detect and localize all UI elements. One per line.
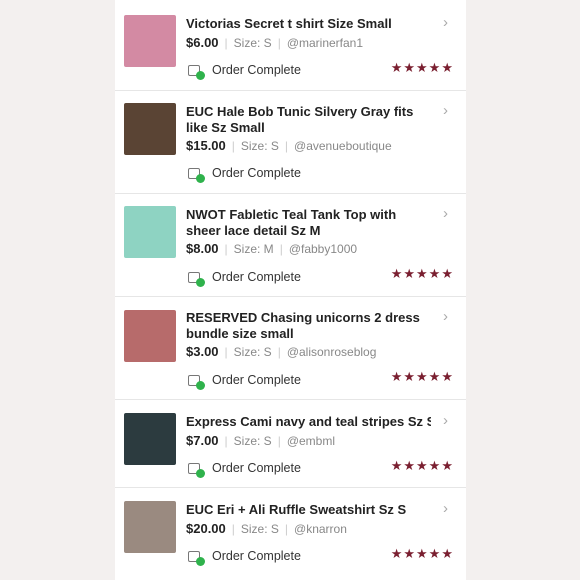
item-size: Size: S xyxy=(233,36,272,50)
item-price: $8.00 xyxy=(186,241,219,256)
seller-handle[interactable]: @embml xyxy=(287,434,335,448)
order-status-label: Order Complete xyxy=(212,373,301,387)
order-status-label: Order Complete xyxy=(212,63,301,77)
item-price: $15.00 xyxy=(186,138,226,153)
item-size: Size: S xyxy=(233,434,272,448)
order-status: Order Complete xyxy=(188,270,301,287)
item-meta: $3.00 | Size: S | @alisonroseblog xyxy=(186,344,377,359)
item-size: Size: S xyxy=(240,139,279,153)
item-size: Size: S xyxy=(233,345,272,359)
order-status-label: Order Complete xyxy=(212,270,301,284)
item-price: $20.00 xyxy=(186,521,226,536)
chevron-right-icon[interactable]: › xyxy=(443,14,448,31)
item-thumbnail xyxy=(124,413,176,465)
chevron-right-icon[interactable]: › xyxy=(443,102,448,119)
item-thumbnail xyxy=(124,310,176,362)
order-complete-icon xyxy=(188,374,205,390)
item-thumbnail xyxy=(124,501,176,553)
rating-stars: ★★★★★ xyxy=(390,369,454,384)
item-meta: $6.00 | Size: S | @marinerfan1 xyxy=(186,35,364,50)
order-status-label: Order Complete xyxy=(212,166,301,180)
order-item[interactable]: EUC Eri + Ali Ruffle Sweatshirt Sz S $20… xyxy=(115,487,466,580)
order-list: Victorias Secret t shirt Size Small $6.0… xyxy=(115,0,466,580)
order-complete-icon xyxy=(188,167,205,183)
item-title: EUC Hale Bob Tunic Silvery Gray fits lik… xyxy=(186,104,414,135)
order-item[interactable]: Victorias Secret t shirt Size Small $6.0… xyxy=(115,0,466,91)
chevron-right-icon[interactable]: › xyxy=(443,308,448,325)
order-status-label: Order Complete xyxy=(212,461,301,475)
seller-handle[interactable]: @alisonroseblog xyxy=(287,345,377,359)
item-thumbnail xyxy=(124,103,176,155)
chevron-right-icon[interactable]: › xyxy=(443,500,448,517)
item-thumbnail xyxy=(124,15,176,67)
order-item[interactable]: RESERVED Chasing unicorns 2 dress bundle… xyxy=(115,296,466,400)
order-complete-icon xyxy=(188,64,205,80)
order-item[interactable]: EUC Hale Bob Tunic Silvery Gray fits lik… xyxy=(115,90,466,194)
item-title: EUC Eri + Ali Ruffle Sweatshirt Sz S xyxy=(186,502,407,517)
order-item[interactable]: Express Cami navy and teal stripes Sz S.… xyxy=(115,399,466,488)
order-status: Order Complete xyxy=(188,549,301,566)
item-thumbnail xyxy=(124,206,176,258)
order-complete-icon xyxy=(188,550,205,566)
seller-handle[interactable]: @fabby1000 xyxy=(289,242,357,256)
item-meta: $15.00 | Size: S | @avenueboutique xyxy=(186,138,392,153)
seller-handle[interactable]: @marinerfan1 xyxy=(287,36,363,50)
item-title: Express Cami navy and teal stripes Sz S.… xyxy=(186,414,431,429)
seller-handle[interactable]: @avenueboutique xyxy=(294,139,392,153)
item-title: NWOT Fabletic Teal Tank Top with sheer l… xyxy=(186,207,397,238)
rating-stars: ★★★★★ xyxy=(390,60,454,75)
order-status-label: Order Complete xyxy=(212,549,301,563)
order-complete-icon xyxy=(188,271,205,287)
order-status: Order Complete xyxy=(188,461,301,478)
rating-stars: ★★★★★ xyxy=(390,546,454,561)
order-status: Order Complete xyxy=(188,373,301,390)
rating-stars: ★★★★★ xyxy=(390,458,454,473)
item-title: RESERVED Chasing unicorns 2 dress bundle… xyxy=(186,310,420,341)
item-price: $6.00 xyxy=(186,35,219,50)
item-meta: $20.00 | Size: S | @knarron xyxy=(186,521,347,536)
order-complete-icon xyxy=(188,462,205,478)
rating-stars: ★★★★★ xyxy=(390,266,454,281)
item-meta: $7.00 | Size: S | @embml xyxy=(186,433,335,448)
order-item[interactable]: NWOT Fabletic Teal Tank Top with sheer l… xyxy=(115,193,466,297)
item-meta: $8.00 | Size: M | @fabby1000 xyxy=(186,241,358,256)
chevron-right-icon[interactable]: › xyxy=(443,412,448,429)
item-size: Size: S xyxy=(240,522,279,536)
seller-handle[interactable]: @knarron xyxy=(294,522,347,536)
chevron-right-icon[interactable]: › xyxy=(443,205,448,222)
order-status: Order Complete xyxy=(188,63,301,80)
item-price: $3.00 xyxy=(186,344,219,359)
order-status: Order Complete xyxy=(188,166,301,183)
item-title: Victorias Secret t shirt Size Small xyxy=(186,16,392,31)
item-size: Size: M xyxy=(233,242,274,256)
item-price: $7.00 xyxy=(186,433,219,448)
